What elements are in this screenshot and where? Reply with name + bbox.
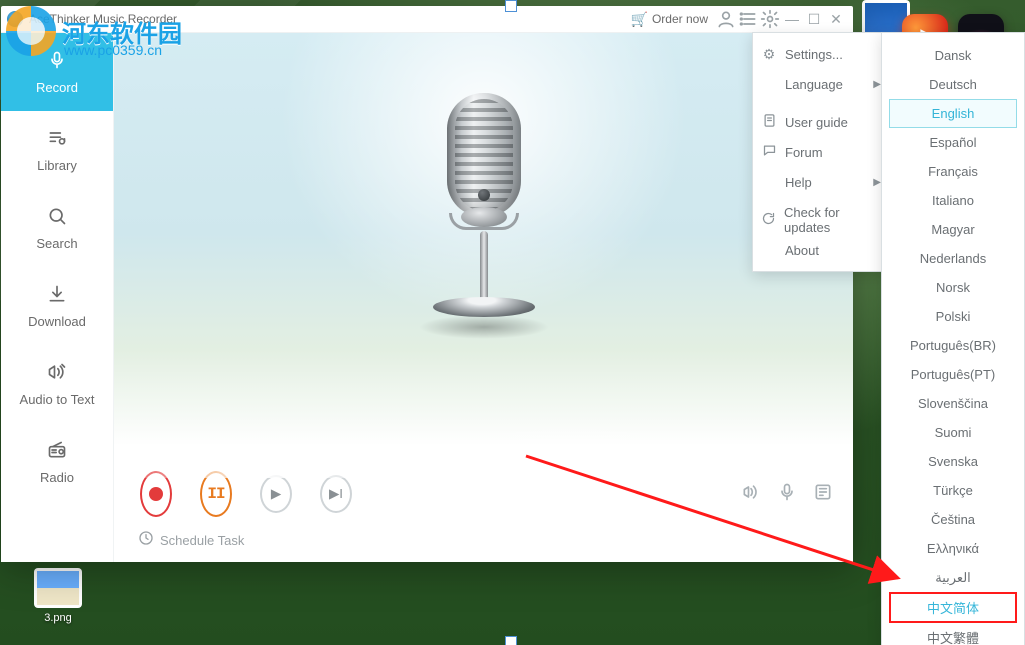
menu-label: Check for updates [784, 205, 881, 235]
sidebar-item-label: Search [36, 236, 77, 251]
close-button[interactable]: ✕ [825, 8, 847, 30]
mic-source-icon[interactable] [777, 482, 797, 507]
sidebar-item-radio[interactable]: Radio [1, 423, 113, 501]
radio-icon [47, 440, 67, 464]
gear-icon: ⚙ [761, 46, 777, 63]
recorder-controls: II ▶ ▶I [114, 466, 853, 522]
language-option[interactable]: Français [889, 157, 1017, 186]
language-option[interactable]: Italiano [889, 186, 1017, 215]
refresh-icon [761, 211, 776, 229]
order-now-label: Order now [652, 12, 708, 26]
titlebar: AceThinker Music Recorder 🛒 Order now — … [1, 6, 853, 33]
mic-icon [47, 50, 67, 74]
menu-user-guide[interactable]: User guide [753, 107, 893, 137]
language-option[interactable]: Deutsch [889, 70, 1017, 99]
schedule-task-label: Schedule Task [160, 533, 244, 548]
desktop-icon-3png[interactable]: 3.png [28, 568, 88, 624]
schedule-task-link[interactable]: Schedule Task [138, 530, 244, 550]
library-icon [47, 128, 67, 152]
desktop-background: WORD ▶ 3.png AceThinker Music Recorder 🛒… [0, 0, 1025, 645]
menu-check-updates[interactable]: Check for updates [753, 205, 893, 235]
clock-icon [138, 530, 154, 550]
menu-label: Forum [785, 145, 823, 160]
sidebar-item-label: Library [37, 158, 77, 173]
language-option[interactable]: Magyar [889, 215, 1017, 244]
sidebar-item-audio-to-text[interactable]: Audio to Text [1, 345, 113, 423]
menu-label: Help [785, 175, 812, 190]
sidebar-item-label: Record [36, 80, 78, 95]
menu-help[interactable]: Help ▶ [753, 167, 893, 197]
desktop-icon-label: 3.png [28, 612, 88, 624]
play-button[interactable]: ▶ [254, 472, 298, 516]
record-button[interactable] [134, 472, 178, 516]
download-icon [47, 284, 67, 308]
order-now-button[interactable]: 🛒 Order now [627, 9, 712, 29]
language-option[interactable]: Nederlands [889, 244, 1017, 273]
png-thumb [34, 568, 82, 608]
chevron-right-icon: ▶ [873, 177, 881, 188]
resize-handle-bottom [505, 636, 517, 645]
menu-label: User guide [785, 115, 848, 130]
microphone-illustration [424, 93, 544, 353]
audio-icon [47, 362, 67, 386]
sidebar-item-label: Download [28, 314, 86, 329]
language-option[interactable]: Polski [889, 302, 1017, 331]
menu-forum[interactable]: Forum [753, 137, 893, 167]
language-option[interactable]: Slovenščina [889, 389, 1017, 418]
menu-label: Language [785, 77, 843, 92]
menu-language[interactable]: Language ▶ [753, 69, 893, 99]
window-title: AceThinker Music Recorder [29, 12, 177, 26]
sidebar-item-search[interactable]: Search [1, 189, 113, 267]
app-icon [7, 11, 23, 27]
sidebar-item-library[interactable]: Library [1, 111, 113, 189]
language-option[interactable]: Svenska [889, 447, 1017, 476]
language-option[interactable]: Português(BR) [889, 331, 1017, 360]
language-option[interactable]: 中文简体 [889, 592, 1017, 623]
settings-dropdown: ⚙ Settings... Language ▶ User guide Foru… [752, 32, 894, 272]
record-stage: II ▶ ▶I [114, 33, 853, 562]
search-icon [47, 206, 67, 230]
account-icon[interactable] [715, 8, 737, 30]
pause-button[interactable]: II [194, 472, 238, 516]
chevron-right-icon: ▶ [873, 79, 881, 90]
sidebar-item-label: Audio to Text [20, 392, 95, 407]
sidebar-item-download[interactable]: Download [1, 267, 113, 345]
menu-label: Settings... [785, 47, 843, 62]
resize-handle-top [505, 0, 517, 12]
language-option[interactable]: Español [889, 128, 1017, 157]
language-option[interactable]: Čeština [889, 505, 1017, 534]
settings-icon[interactable] [759, 8, 781, 30]
language-option[interactable]: Dansk [889, 41, 1017, 70]
chat-icon [761, 143, 777, 161]
speaker-source-icon[interactable] [741, 482, 761, 507]
language-option[interactable]: English [889, 99, 1017, 128]
language-option[interactable]: Ελληνικά [889, 534, 1017, 563]
settings-panel-icon[interactable] [813, 482, 833, 507]
language-option[interactable]: Português(PT) [889, 360, 1017, 389]
sidebar-item-record[interactable]: Record [1, 33, 113, 111]
next-button[interactable]: ▶I [314, 472, 358, 516]
language-option[interactable]: Türkçe [889, 476, 1017, 505]
minimize-button[interactable]: — [781, 8, 803, 30]
menu-label: About [785, 243, 819, 258]
language-submenu: DanskDeutschEnglishEspañolFrançaisItalia… [881, 32, 1025, 645]
menu-about[interactable]: About [753, 235, 893, 265]
menu-settings[interactable]: ⚙ Settings... [753, 39, 893, 69]
cart-icon: 🛒 [631, 12, 648, 26]
list-icon[interactable] [737, 8, 759, 30]
language-option[interactable]: Norsk [889, 273, 1017, 302]
app-window: AceThinker Music Recorder 🛒 Order now — … [1, 6, 853, 562]
sidebar-item-label: Radio [40, 470, 74, 485]
language-option[interactable]: 中文繁體 [889, 623, 1017, 645]
doc-icon [761, 113, 777, 131]
language-option[interactable]: العربية [889, 563, 1017, 592]
maximize-button[interactable]: ☐ [803, 8, 825, 30]
sidebar: Record Library Search [1, 33, 114, 562]
language-option[interactable]: Suomi [889, 418, 1017, 447]
